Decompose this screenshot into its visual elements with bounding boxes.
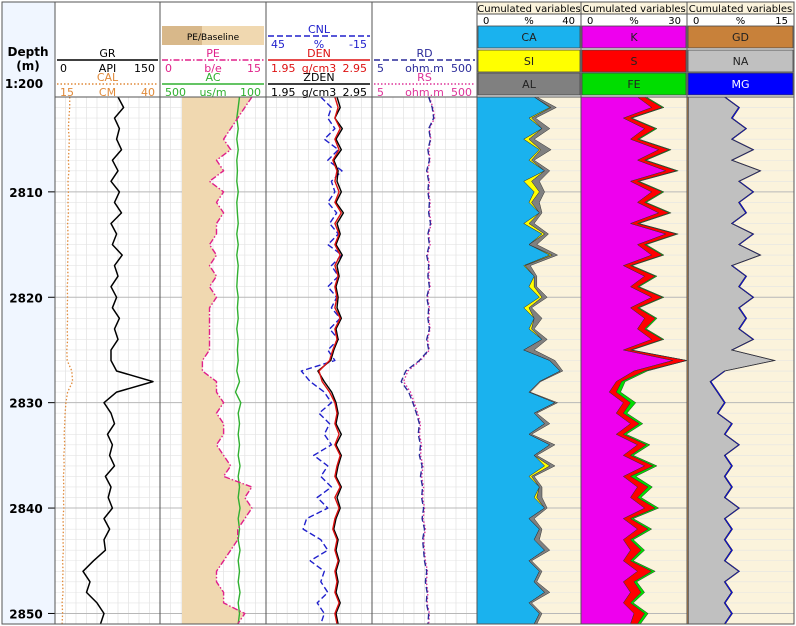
cal-min: 15 [60, 86, 74, 99]
cum-title: Cumulated variables [582, 4, 685, 15]
gr-min: 0 [60, 62, 67, 75]
cum-title: Cumulated variables [477, 4, 580, 15]
ac-max: 100 [240, 86, 261, 99]
legend-label-si: SI [524, 55, 534, 68]
pe-max: 15 [247, 62, 261, 75]
zden-max: 2.95 [343, 86, 368, 99]
cum-min: 0 [483, 16, 489, 27]
cal-unit: CM [99, 86, 116, 99]
legend-label-mg: MG [731, 78, 749, 91]
depth-tick-label: 2830 [9, 397, 42, 411]
cum-min: 0 [587, 16, 593, 27]
zden-unit: g/cm3 [302, 86, 336, 99]
depth-tick-label: 2850 [9, 607, 42, 621]
cum-max: 40 [562, 16, 575, 27]
cal-max: 40 [141, 86, 155, 99]
depth-title: Depth [8, 45, 49, 59]
cnl-name: CNL [308, 23, 331, 36]
cum-min: 0 [693, 16, 699, 27]
well-log-chart: Depth(m)1:20028102820283028402850GR0 API 1… [1, 1, 795, 625]
legend-label-gd: GD [732, 31, 749, 44]
pe-min: 0 [165, 62, 172, 75]
rs-unit: ohm.m [405, 86, 444, 99]
den-min: 1.95 [271, 62, 296, 75]
depth-track-bg [2, 2, 55, 624]
den-name: DEN [307, 47, 331, 60]
ac-unit: us/m [199, 86, 226, 99]
depth-unit: (m) [16, 59, 39, 73]
legend-label-na: NA [733, 55, 749, 68]
den-max: 2.95 [343, 62, 368, 75]
rd-max: 500 [451, 62, 472, 75]
zden-name: ZDEN [303, 71, 334, 84]
ac-name: AC [205, 71, 220, 84]
pe-name: PE [206, 47, 220, 60]
cum-max: 15 [775, 16, 788, 27]
rs-max: 500 [451, 86, 472, 99]
depth-tick-label: 2840 [9, 502, 42, 516]
gr-name: GR [99, 47, 116, 60]
legend-label-s: S [631, 55, 638, 68]
cum-title: Cumulated variables [689, 4, 792, 15]
legend-label-al: AL [522, 78, 537, 91]
rs-min: 5 [377, 86, 384, 99]
depth-tick-label: 2820 [9, 291, 42, 305]
rd-min: 5 [377, 62, 384, 75]
legend-label-fe: FE [627, 78, 640, 91]
depth-scale: 1:200 [5, 77, 43, 91]
cnl-min: 45 [271, 38, 285, 51]
cum-unit: % [524, 16, 534, 27]
cum-max: 30 [668, 16, 681, 27]
depth-tick-label: 2810 [9, 186, 42, 200]
pe-baseline-label: PE/Baseline [187, 33, 240, 43]
legend-label-k: K [630, 31, 638, 44]
legend-label-ca: CA [521, 31, 537, 44]
gr-max: 150 [134, 62, 155, 75]
ac-min: 500 [165, 86, 186, 99]
cnl-max: -15 [349, 38, 367, 51]
rs-name: RS [417, 71, 432, 84]
rd-name: RD [416, 47, 432, 60]
cum-unit: % [629, 16, 639, 27]
zden-min: 1.95 [271, 86, 296, 99]
cal-name: CAL [97, 71, 119, 84]
cum-unit: % [736, 16, 746, 27]
